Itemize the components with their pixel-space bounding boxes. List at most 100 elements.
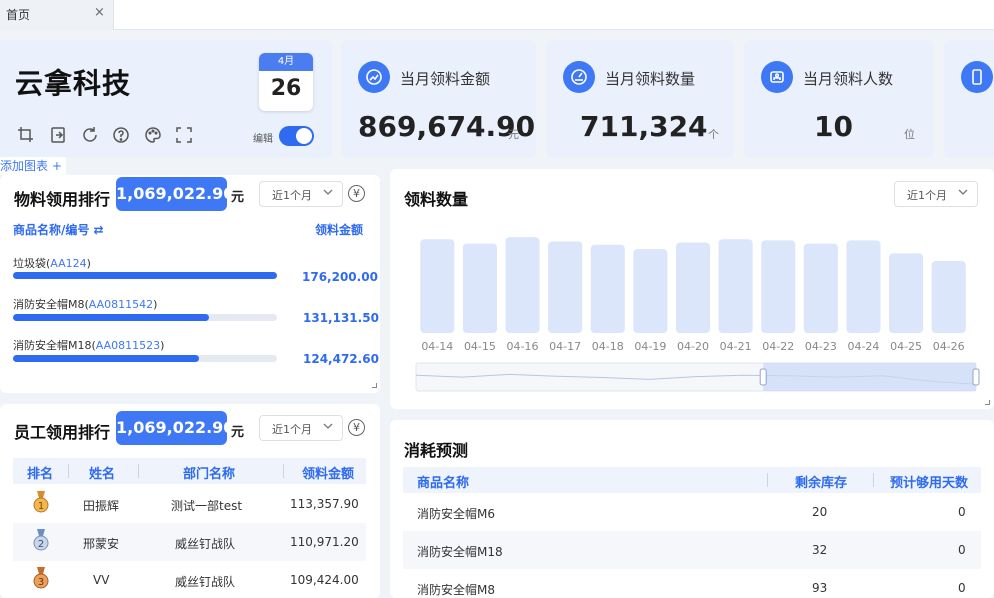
x-tick-label: 04-21 bbox=[720, 340, 752, 353]
tab-home[interactable]: 首页 × bbox=[0, 0, 114, 30]
table-row[interactable]: 1 田振辉 测试一部test 113,357.90 bbox=[13, 485, 366, 523]
x-tick-label: 04-23 bbox=[805, 340, 837, 353]
employee-range-select[interactable]: 近1个月 bbox=[259, 415, 343, 441]
chart-bar[interactable] bbox=[931, 261, 966, 333]
palette-icon[interactable] bbox=[144, 126, 162, 144]
x-tick-label: 04-18 bbox=[592, 340, 624, 353]
select-value: 近1个月 bbox=[272, 189, 312, 202]
material-name: 垃圾袋(AA124) bbox=[13, 257, 91, 270]
material-total-unit: 元 bbox=[231, 190, 245, 205]
bronze-medal-icon: 3 bbox=[33, 567, 49, 589]
employee-table-header: 排名 姓名 部门名称 领料金额 bbox=[13, 458, 366, 484]
chart-bar[interactable] bbox=[803, 243, 838, 333]
product-days: 0 bbox=[958, 543, 966, 557]
currency-icon[interactable]: ¥ bbox=[348, 419, 365, 436]
stat-card-partial bbox=[944, 40, 994, 158]
stat-value: 711,324 bbox=[580, 110, 708, 143]
chart-bar[interactable] bbox=[675, 242, 711, 333]
material-name: 消防安全帽M18(AA0811523) bbox=[13, 339, 165, 352]
material-rank-title: 物料领用排行 bbox=[14, 190, 111, 209]
product-days: 0 bbox=[958, 581, 966, 595]
chart-bar[interactable] bbox=[633, 249, 668, 333]
help-icon[interactable] bbox=[112, 126, 130, 144]
x-tick-label: 04-24 bbox=[847, 340, 879, 353]
svg-text:3: 3 bbox=[38, 577, 44, 588]
edit-toggle[interactable] bbox=[279, 126, 314, 146]
employee-name: VV bbox=[93, 573, 110, 587]
product-stock: 20 bbox=[812, 505, 828, 519]
zoom-slider-selection[interactable] bbox=[763, 363, 976, 391]
device-icon bbox=[961, 61, 993, 93]
currency-icon[interactable]: ¥ bbox=[348, 185, 365, 202]
chevron-down-icon bbox=[323, 189, 333, 195]
stat-card-people: 当月领料人数 10 位 bbox=[744, 40, 934, 158]
col-name: 姓名 bbox=[89, 467, 116, 482]
calendar-widget: 4月 26 bbox=[259, 53, 313, 111]
employee-amount: 113,357.90 bbox=[290, 497, 359, 511]
stat-label: 当月领料人数 bbox=[803, 70, 894, 88]
material-range-select[interactable]: 近1个月 bbox=[259, 181, 343, 207]
chart-bar[interactable] bbox=[462, 243, 497, 333]
chart-bar[interactable] bbox=[761, 240, 796, 333]
gauge-icon bbox=[563, 61, 595, 93]
select-value: 近1个月 bbox=[272, 423, 312, 436]
x-tick-label: 04-19 bbox=[634, 340, 666, 353]
employee-rank-title: 员工领用排行 bbox=[14, 423, 111, 442]
col-amount: 领料金额 bbox=[302, 467, 355, 482]
col-divider bbox=[68, 464, 69, 478]
col-divider bbox=[767, 473, 768, 487]
stat-unit: 位 bbox=[904, 128, 915, 141]
quantity-bar-chart: 04-14 04-15 04-16 04-17 04-18 04-19 04-20 04-21… bbox=[415, 237, 980, 392]
add-chart-button[interactable]: 添加图表 + bbox=[0, 157, 66, 175]
table-row[interactable]: 消防安全帽M6 20 0 bbox=[403, 493, 981, 531]
stat-label: 当月领料数量 bbox=[605, 70, 696, 88]
product-name: 消防安全帽M18 bbox=[417, 545, 503, 559]
employee-dept: 威丝钉战队 bbox=[175, 575, 236, 589]
chart-bar[interactable] bbox=[889, 253, 924, 333]
employee-amount: 110,971.20 bbox=[290, 535, 359, 549]
resize-handle[interactable] bbox=[372, 383, 377, 388]
calendar-day: 26 bbox=[270, 76, 302, 101]
col-divider bbox=[283, 464, 284, 478]
forecast-title: 消耗预测 bbox=[404, 441, 469, 460]
stat-unit: 元 bbox=[508, 128, 519, 141]
chart-bar[interactable] bbox=[548, 241, 583, 333]
table-row[interactable]: 3 VV 威丝钉战队 109,424.00 bbox=[13, 561, 366, 598]
chart-bar[interactable] bbox=[420, 239, 455, 333]
toggle-knob bbox=[296, 128, 312, 144]
product-stock: 93 bbox=[812, 581, 828, 595]
stat-unit: 个 bbox=[708, 128, 719, 141]
exit-icon[interactable] bbox=[49, 126, 67, 144]
zoom-slider-handle[interactable] bbox=[972, 368, 980, 386]
close-icon[interactable]: × bbox=[94, 5, 105, 20]
stat-card-quantity: 当月领料数量 711,324 个 bbox=[546, 40, 734, 158]
x-tick-label: 04-15 bbox=[464, 340, 496, 353]
stat-label: 当月领料金额 bbox=[400, 70, 491, 88]
x-tick-label: 04-16 bbox=[507, 340, 539, 353]
col-name-header[interactable]: 商品名称/编号 ⇄ bbox=[13, 221, 104, 238]
fullscreen-icon[interactable] bbox=[175, 126, 193, 144]
chart-bar[interactable] bbox=[846, 240, 881, 333]
col-divider bbox=[873, 473, 874, 487]
gold-medal-icon: 1 bbox=[33, 491, 49, 513]
x-tick-label: 04-17 bbox=[549, 340, 581, 353]
table-row[interactable]: 2 邢蒙安 威丝钉战队 110,971.20 bbox=[13, 523, 366, 561]
col-product: 商品名称 bbox=[417, 476, 470, 491]
refresh-icon[interactable] bbox=[81, 126, 99, 144]
col-divider bbox=[138, 464, 139, 478]
col-rank: 排名 bbox=[27, 467, 54, 482]
product-name: 消防安全帽M6 bbox=[417, 507, 495, 521]
forecast-card: 消耗预测 商品名称 剩余库存 预计够用天数 消防安全帽M6 20 0 消防安全帽… bbox=[390, 420, 994, 598]
chart-bar[interactable] bbox=[590, 244, 625, 333]
svg-text:2: 2 bbox=[38, 539, 44, 550]
resize-handle[interactable] bbox=[985, 400, 990, 405]
material-bar-fill bbox=[13, 272, 277, 279]
zoom-slider-handle[interactable] bbox=[759, 368, 767, 386]
chart-bar[interactable] bbox=[718, 239, 753, 333]
stat-card-amount: 当月领料金额 869,674.90 元 bbox=[341, 40, 536, 158]
table-row[interactable]: 消防安全帽M18 32 0 bbox=[403, 531, 981, 569]
crop-icon[interactable] bbox=[17, 126, 35, 144]
chart-bar[interactable] bbox=[505, 237, 540, 333]
col-dept: 部门名称 bbox=[183, 467, 236, 482]
table-row[interactable]: 消防安全帽M8 93 0 bbox=[403, 569, 981, 598]
